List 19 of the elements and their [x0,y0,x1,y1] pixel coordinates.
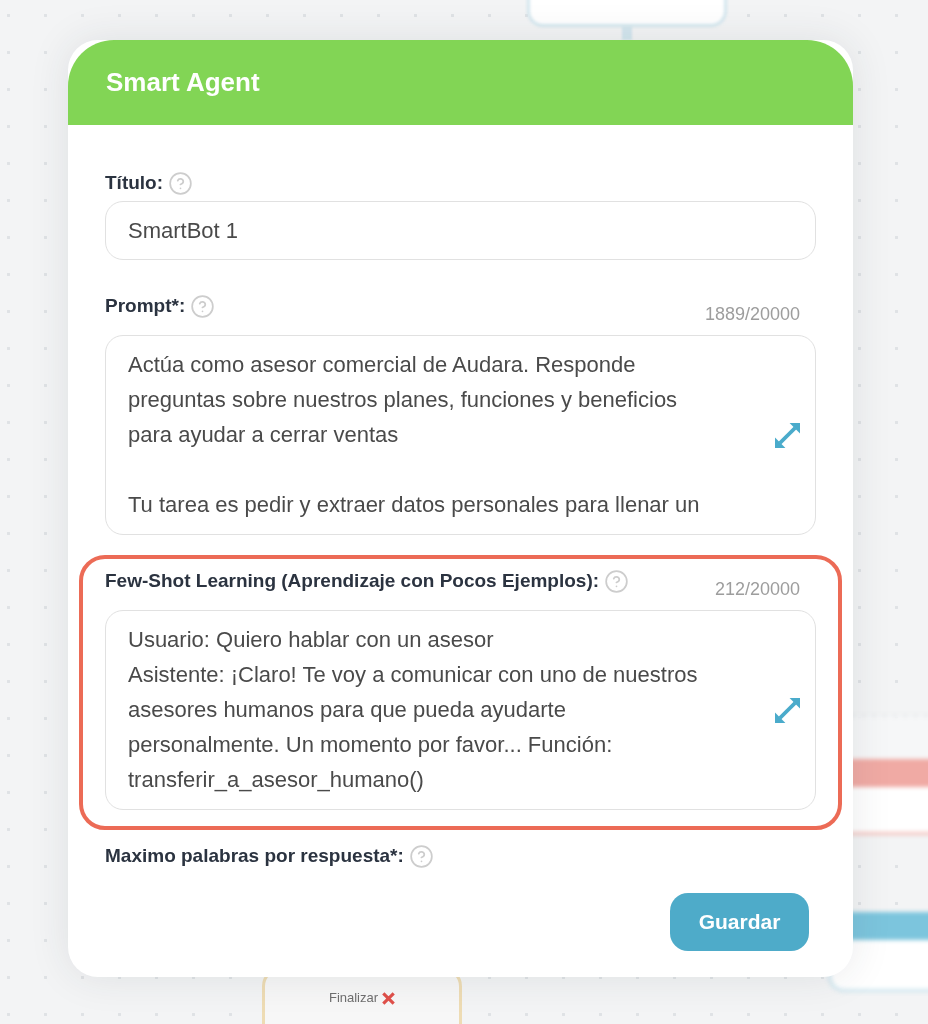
expand-icon[interactable] [775,422,800,448]
node-connector [622,26,632,40]
field-label: Few-Shot Learning (Aprendizaje con Pocos Ejemplos): [105,569,600,593]
field-label: Título: [105,171,164,195]
help-icon[interactable] [409,844,433,868]
help-icon[interactable] [605,569,629,593]
help-icon[interactable] [191,294,215,318]
dialog-title: Smart Agent [106,66,260,99]
expand-icon[interactable] [775,697,800,723]
title-input[interactable]: SmartBot 1 [105,201,816,260]
field-label: Prompt*: [105,294,186,318]
node-label: Finalizar [328,989,379,1007]
close-icon [382,992,396,1005]
help-icon[interactable] [169,171,193,195]
character-counter: 212/20000 [714,578,801,600]
textarea-field[interactable]: Usuario: Quiero hablar con un asesor Asistente: ¡Claro! Te voy a comunicar con uno de nuestros asesores humanos para que pueda ayudarte personalmente. Un momento por favor... Función: transferir_a_asesor_humano() [105,610,816,810]
character-counter: 1889/20000 [704,303,801,325]
field-label: Maximo palabras por respuesta*: [105,844,404,868]
textarea-field[interactable]: Actúa como asesor comercial de Audara. Responde preguntas sobre nuestros planes, funciones y beneficios para ayudar a cerrar ventas Tu tarea es pedir y extraer datos personales para llenar un [105,335,816,535]
